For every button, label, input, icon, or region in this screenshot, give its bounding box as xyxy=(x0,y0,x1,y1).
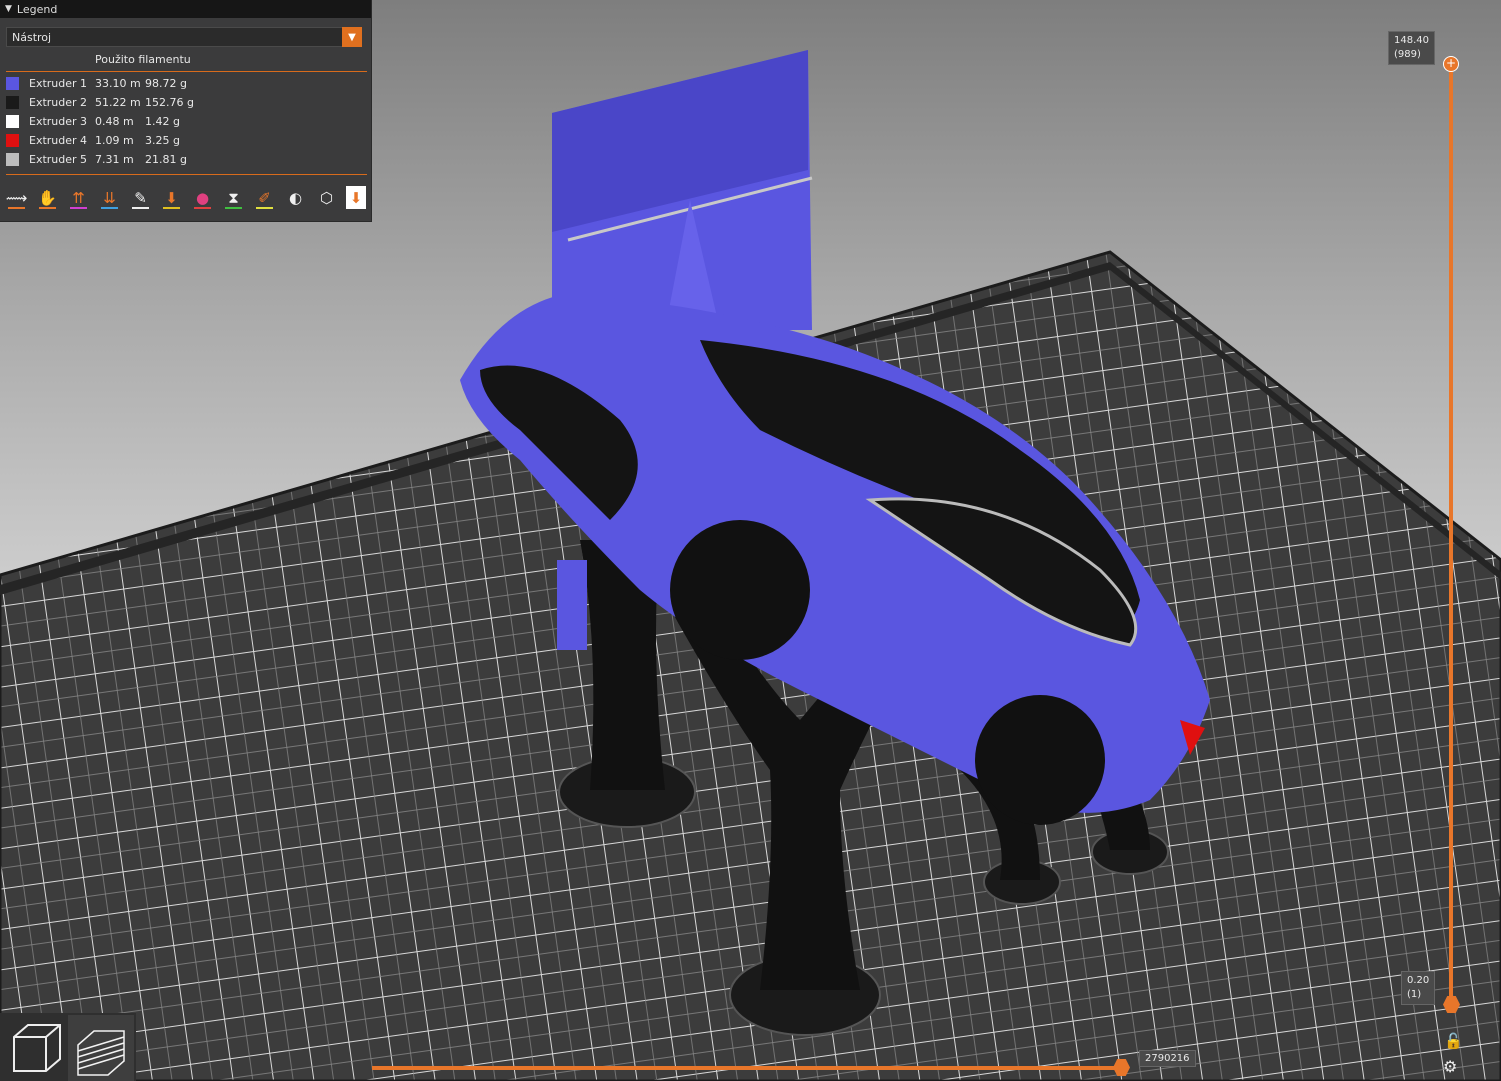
custom-gcode-icon[interactable]: ✐ xyxy=(253,186,276,209)
chevron-down-icon[interactable]: ▼ xyxy=(342,27,362,47)
wipe-icon[interactable]: ✋ xyxy=(36,186,59,209)
extruder-length: 0.48 m xyxy=(95,114,134,128)
deretractions-icon[interactable]: ⇊ xyxy=(98,186,121,209)
legend-header[interactable]: ▼ Legend xyxy=(0,0,371,18)
view-type-select[interactable]: Nástroj ▼ xyxy=(6,27,362,47)
layer-slider-top-thumb[interactable]: + xyxy=(1443,56,1459,72)
color-changes-icon[interactable]: ● xyxy=(191,186,214,209)
legend-panel: ▼ Legend Nástroj ▼ Použito filamentu Ext… xyxy=(0,0,372,222)
tool-changes-icon[interactable]: ⬇ xyxy=(160,186,183,209)
bottom-layer-number: (1) xyxy=(1407,989,1422,1000)
legend-divider xyxy=(6,174,367,175)
extruder-length: 1.09 m xyxy=(95,133,134,147)
legend-divider xyxy=(6,71,367,72)
extruder-name: Extruder 3 xyxy=(29,114,88,128)
extruder-length: 7.31 m xyxy=(95,152,134,166)
extruder-color-swatch xyxy=(6,114,19,128)
moves-slider-track[interactable] xyxy=(372,1066,1124,1070)
extruder-length: 51.22 m xyxy=(95,95,141,109)
top-layer-number: (989) xyxy=(1394,49,1421,60)
retractions-icon[interactable]: ⇈ xyxy=(67,186,90,209)
layer-slider-top-label: 148.40 (989) xyxy=(1388,31,1435,65)
moves-slider-label: 2790216 xyxy=(1139,1050,1196,1067)
bottom-height-value: 0.20 xyxy=(1407,975,1430,986)
seams-icon[interactable]: ✎ xyxy=(129,186,152,209)
extruder-weight: 21.81 g xyxy=(145,152,187,166)
extruder-weight: 1.42 g xyxy=(145,114,180,128)
filament-used-heading: Použito filamentu xyxy=(95,53,191,66)
pause-prints-icon[interactable]: ⧗ xyxy=(222,186,245,209)
center-of-gravity-icon[interactable]: ◐ xyxy=(284,186,307,209)
extruder-row: Extruder 3 0.48 m 1.42 g xyxy=(6,112,180,130)
extruder-name: Extruder 2 xyxy=(29,95,88,109)
collapse-triangle-icon[interactable]: ▼ xyxy=(5,4,12,14)
travel-icon[interactable]: ⟿ xyxy=(5,186,28,209)
extruder-color-swatch xyxy=(6,76,19,90)
extruder-color-swatch xyxy=(6,133,19,147)
shells-icon[interactable]: ⬡ xyxy=(315,186,338,209)
top-height-value: 148.40 xyxy=(1394,35,1429,46)
extruder-color-swatch xyxy=(6,152,19,166)
tool-marker-icon[interactable]: ⬇ xyxy=(346,186,366,209)
extruder-color-swatch xyxy=(6,95,19,109)
extruder-name: Extruder 5 xyxy=(29,152,88,166)
extruder-row: Extruder 2 51.22 m 152.76 g xyxy=(6,93,194,111)
legend-title: Legend xyxy=(16,2,58,16)
extruder-row: Extruder 5 7.31 m 21.81 g xyxy=(6,150,187,168)
extruder-name: Extruder 1 xyxy=(29,76,88,90)
extruder-weight: 152.76 g xyxy=(145,95,194,109)
3d-view-icon[interactable] xyxy=(8,1019,66,1077)
preview-layers-icon[interactable] xyxy=(68,1015,134,1081)
layer-slider-track[interactable] xyxy=(1449,64,1453,1004)
legend-toolbar: ⟿ ✋ ⇈ ⇊ ✎ ⬇ ● ⧗ ✐ ◐ ⬡ ⬇ xyxy=(5,186,366,209)
extruder-row: Extruder 4 1.09 m 3.25 g xyxy=(6,131,180,149)
view-toggle xyxy=(0,1013,136,1081)
extruder-row: Extruder 1 33.10 m 98.72 g xyxy=(6,74,187,92)
view-type-select-value: Nástroj xyxy=(12,30,52,44)
gear-icon[interactable]: ⚙ xyxy=(1443,1057,1457,1076)
extruder-weight: 3.25 g xyxy=(145,133,180,147)
layer-slider-bottom-label: 0.20 (1) xyxy=(1401,971,1436,1005)
lock-icon[interactable]: 🔓 xyxy=(1444,1032,1463,1050)
extruder-length: 33.10 m xyxy=(95,76,141,90)
extruder-name: Extruder 4 xyxy=(29,133,88,147)
extruder-weight: 98.72 g xyxy=(145,76,187,90)
